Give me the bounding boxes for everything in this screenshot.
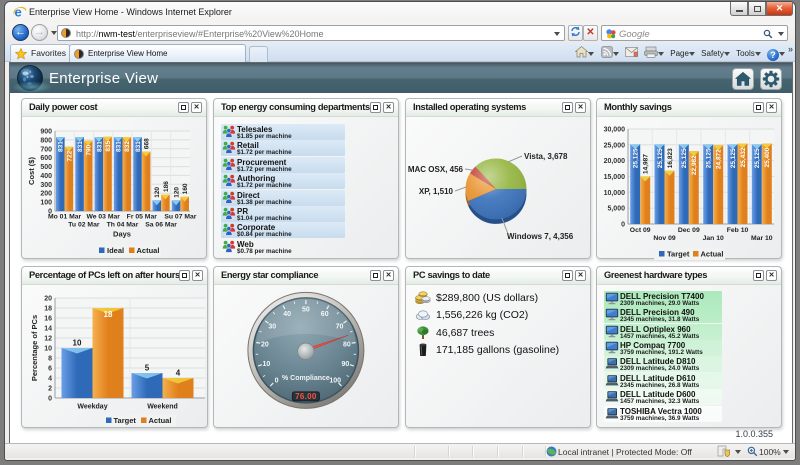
svg-text:24,872: 24,872 [716,149,723,169]
svg-text:Target: Target [667,250,690,259]
svg-text:668: 668 [144,138,151,149]
svg-text:12: 12 [44,336,52,343]
svg-text:16,823: 16,823 [667,148,674,168]
svg-text:25,125: 25,125 [706,148,713,168]
svg-text:50: 50 [302,307,310,314]
svg-text:Weekday: Weekday [77,404,107,411]
svg-text:20: 20 [44,296,52,303]
svg-text:30,000: 30,000 [604,127,626,134]
svg-text:25,125: 25,125 [754,148,761,168]
svg-text:60: 60 [321,311,329,318]
svg-text:20,000: 20,000 [604,158,626,165]
svg-text:831: 831 [96,141,103,152]
svg-text:5: 5 [145,364,150,373]
svg-text:70: 70 [336,324,344,331]
svg-text:18: 18 [44,306,52,313]
svg-text:% Compliance: % Compliance [282,375,330,382]
svg-text:Windows 7, 4,356: Windows 7, 4,356 [507,232,574,241]
svg-text:500: 500 [40,164,52,171]
svg-text:10: 10 [263,361,271,368]
svg-text:0: 0 [48,396,52,403]
svg-text:Th 04 Mar: Th 04 Mar [107,222,139,229]
svg-text:22,982: 22,982 [691,155,698,175]
svg-text:186: 186 [163,181,170,192]
svg-text:15,000: 15,000 [604,174,626,181]
svg-text:Oct 09: Oct 09 [630,227,651,234]
svg-text:25,125: 25,125 [633,148,640,168]
svg-text:25,432: 25,432 [740,147,747,167]
svg-text:8: 8 [48,356,52,363]
svg-text:25,125: 25,125 [730,148,737,168]
svg-text:40: 40 [283,311,291,318]
svg-text:831: 831 [116,141,123,152]
svg-text:10: 10 [73,339,82,348]
svg-text:790: 790 [86,144,93,155]
svg-text:Actual: Actual [701,250,724,259]
svg-text:76.00: 76.00 [295,392,317,401]
svg-text:120: 120 [174,187,181,198]
svg-text:Jan 10: Jan 10 [703,235,724,242]
svg-text:Fr 05 Mar: Fr 05 Mar [127,214,158,221]
svg-text:Sa 06 Mar: Sa 06 Mar [145,222,177,229]
svg-text:Weekend: Weekend [147,404,178,411]
svg-text:25,400: 25,400 [764,147,771,167]
svg-text:900: 900 [40,129,52,136]
svg-text:6: 6 [48,366,52,373]
svg-text:Su 07 Mar: Su 07 Mar [164,214,196,221]
svg-text:25,000: 25,000 [604,142,626,149]
svg-text:25,125: 25,125 [681,148,688,168]
svg-text:400: 400 [40,173,52,180]
svg-text:0: 0 [275,377,279,384]
svg-text:835: 835 [105,140,112,151]
svg-text:Ideal: Ideal [107,246,124,255]
svg-text:160: 160 [182,183,189,194]
svg-text:MAC OSX, 456: MAC OSX, 456 [408,165,464,174]
svg-text:600: 600 [40,155,52,162]
svg-text:We 03 Mar: We 03 Mar [86,214,120,221]
svg-text:30: 30 [268,324,276,331]
svg-text:14,987: 14,987 [643,154,650,174]
svg-text:10: 10 [44,346,52,353]
svg-text:Actual: Actual [137,246,160,255]
svg-text:25,125: 25,125 [657,148,664,168]
svg-text:Target: Target [114,416,137,425]
svg-text:14: 14 [44,326,52,333]
svg-text:Tu 02 Mar: Tu 02 Mar [68,222,100,229]
svg-text:4: 4 [176,369,181,378]
svg-text:300: 300 [40,182,52,189]
svg-text:100: 100 [40,200,52,207]
svg-text:18: 18 [104,310,113,319]
svg-text:722: 722 [66,150,73,161]
svg-text:Mar 10: Mar 10 [751,235,773,242]
svg-text:Dec 09: Dec 09 [678,227,700,234]
svg-text:90: 90 [342,361,350,368]
svg-text:831: 831 [135,141,142,152]
svg-text:831: 831 [77,141,84,152]
svg-text:20: 20 [261,342,269,349]
svg-text:Vista, 3,678: Vista, 3,678 [524,152,568,161]
svg-text:700: 700 [40,146,52,153]
svg-text:XP, 1,510: XP, 1,510 [419,187,454,196]
svg-text:Cost ($): Cost ($) [27,157,36,185]
svg-text:100: 100 [329,377,341,384]
svg-text:5,000: 5,000 [607,206,625,213]
svg-text:800: 800 [40,137,52,144]
svg-text:Percentage of PCs: Percentage of PCs [30,315,39,381]
svg-text:Actual: Actual [149,416,172,425]
svg-text:832: 832 [124,141,131,152]
svg-text:80: 80 [343,342,351,349]
svg-text:0: 0 [621,222,625,229]
svg-text:Feb 10: Feb 10 [727,227,749,234]
svg-text:4: 4 [48,376,52,383]
svg-text:Mo 01 Mar: Mo 01 Mar [48,214,82,221]
svg-text:16: 16 [44,316,52,323]
svg-text:831: 831 [58,141,65,152]
svg-text:Days: Days [113,230,131,239]
svg-text:2: 2 [48,386,52,393]
svg-text:200: 200 [40,191,52,198]
svg-text:Nov 09: Nov 09 [653,235,676,242]
svg-text:120: 120 [154,187,161,198]
svg-text:10,000: 10,000 [604,190,626,197]
